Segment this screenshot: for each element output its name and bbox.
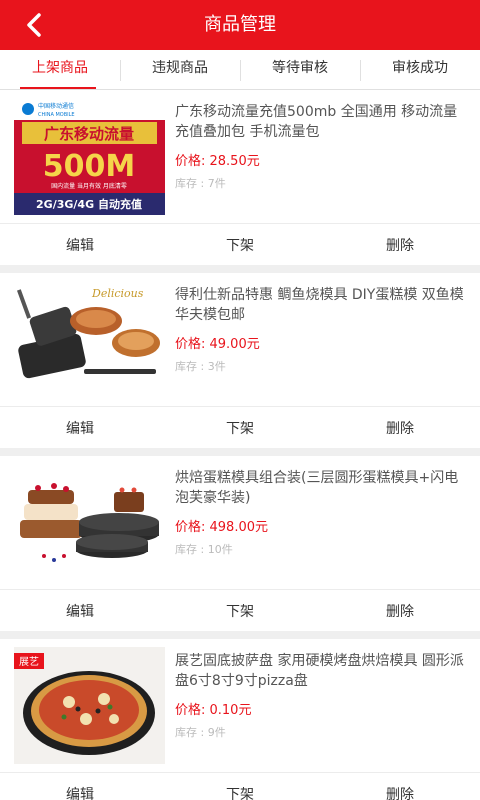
tab-label: 等待审核 — [272, 59, 328, 76]
take-offline-button[interactable]: 下架 — [160, 407, 320, 448]
product-actions: 编辑 下架 删除 — [0, 589, 480, 631]
product-thumbnail[interactable]: 中国移动通信 CHINA MOBILE 广东移动流量 500M 国内流量 当月有… — [14, 98, 165, 215]
pizza-pan-image: 展艺 — [14, 647, 165, 764]
tab-pending-review[interactable]: 等待审核 — [240, 50, 360, 89]
edit-button[interactable]: 编辑 — [0, 224, 160, 265]
product-stock: 库存 : 7件 — [175, 177, 226, 190]
product-card: 展艺 展艺固底披萨盘 家用硬模烤盘烘焙模具 圆形派盘6寸8寸9寸pizza盘 价… — [0, 639, 480, 800]
product-name[interactable]: 烘焙蛋糕模具组合装(三层圆形蛋糕模具+闪电泡芙豪华装) — [175, 468, 470, 508]
edit-button[interactable]: 编辑 — [0, 773, 160, 800]
status-tabs: 上架商品 违规商品 等待审核 审核成功 — [0, 50, 480, 90]
app-header: 商品管理 — [0, 0, 480, 50]
product-list: 中国移动通信 CHINA MOBILE 广东移动流量 500M 国内流量 当月有… — [0, 90, 480, 800]
product-thumbnail[interactable]: 展艺 — [14, 647, 165, 764]
product-info: 展艺固底披萨盘 家用硬模烤盘烘焙模具 圆形派盘6寸8寸9寸pizza盘 价格: … — [175, 651, 470, 740]
product-thumbnail[interactable]: Delicious — [14, 281, 165, 398]
image-title-text: 广东移动流量 — [44, 125, 134, 143]
delete-button[interactable]: 删除 — [320, 590, 480, 631]
image-logo-text: 中国移动通信 — [38, 102, 74, 110]
tab-label: 审核成功 — [392, 59, 448, 76]
image-footer-text: 2G/3G/4G 自动充值 — [36, 197, 142, 211]
edit-button[interactable]: 编辑 — [0, 590, 160, 631]
take-offline-button[interactable]: 下架 — [160, 224, 320, 265]
image-brand-text: Delicious — [91, 287, 144, 300]
image-note-text: 国内流量 当月有效 月底清零 — [51, 182, 127, 190]
product-stock: 库存 : 3件 — [175, 360, 226, 373]
product-name[interactable]: 广东移动流量充值500mb 全国通用 移动流量充值叠加包 手机流量包 — [175, 102, 470, 142]
product-price: 价格: 0.10元 — [175, 703, 252, 718]
tab-violation[interactable]: 违规商品 — [120, 50, 240, 89]
product-info: 得利仕新品特惠 鲷鱼烧模具 DIY蛋糕模 双鱼模华夫模包邮 价格: 49.00元… — [175, 285, 470, 374]
product-card: Delicious 得利仕新品特惠 鲷鱼烧模具 DIY蛋糕模 双鱼模华夫模包邮 … — [0, 273, 480, 448]
product-actions: 编辑 下架 删除 — [0, 223, 480, 265]
product-name[interactable]: 得利仕新品特惠 鲷鱼烧模具 DIY蛋糕模 双鱼模华夫模包邮 — [175, 285, 470, 325]
data-plan-image: 中国移动通信 CHINA MOBILE 广东移动流量 500M 国内流量 当月有… — [14, 98, 165, 215]
tab-approved[interactable]: 审核成功 — [360, 50, 480, 89]
take-offline-button[interactable]: 下架 — [160, 590, 320, 631]
product-info: 广东移动流量充值500mb 全国通用 移动流量充值叠加包 手机流量包 价格: 2… — [175, 102, 470, 191]
fish-mold-image: Delicious — [14, 281, 165, 398]
product-actions: 编辑 下架 删除 — [0, 772, 480, 800]
tab-listed[interactable]: 上架商品 — [0, 50, 120, 89]
edit-button[interactable]: 编辑 — [0, 407, 160, 448]
product-actions: 编辑 下架 删除 — [0, 406, 480, 448]
product-price: 价格: 28.50元 — [175, 154, 260, 169]
product-stock: 库存 : 9件 — [175, 726, 226, 739]
product-thumbnail[interactable] — [14, 464, 165, 581]
delete-button[interactable]: 删除 — [320, 407, 480, 448]
product-info: 烘焙蛋糕模具组合装(三层圆形蛋糕模具+闪电泡芙豪华装) 价格: 498.00元 … — [175, 468, 470, 557]
product-name[interactable]: 展艺固底披萨盘 家用硬模烤盘烘焙模具 圆形派盘6寸8寸9寸pizza盘 — [175, 651, 470, 691]
cake-mold-image — [14, 464, 165, 581]
take-offline-button[interactable]: 下架 — [160, 773, 320, 800]
page-title: 商品管理 — [204, 14, 276, 35]
product-card: 烘焙蛋糕模具组合装(三层圆形蛋糕模具+闪电泡芙豪华装) 价格: 498.00元 … — [0, 456, 480, 631]
delete-button[interactable]: 删除 — [320, 773, 480, 800]
product-price: 价格: 498.00元 — [175, 520, 268, 535]
delete-button[interactable]: 删除 — [320, 224, 480, 265]
product-card: 中国移动通信 CHINA MOBILE 广东移动流量 500M 国内流量 当月有… — [0, 90, 480, 265]
product-stock: 库存 : 10件 — [175, 543, 233, 556]
image-logo-en-text: CHINA MOBILE — [38, 112, 75, 118]
product-price: 价格: 49.00元 — [175, 337, 260, 352]
image-badge-text: 展艺 — [19, 656, 39, 668]
image-amount-text: 500M — [43, 149, 135, 184]
tab-label: 上架商品 — [32, 59, 88, 76]
tab-label: 违规商品 — [152, 59, 208, 76]
